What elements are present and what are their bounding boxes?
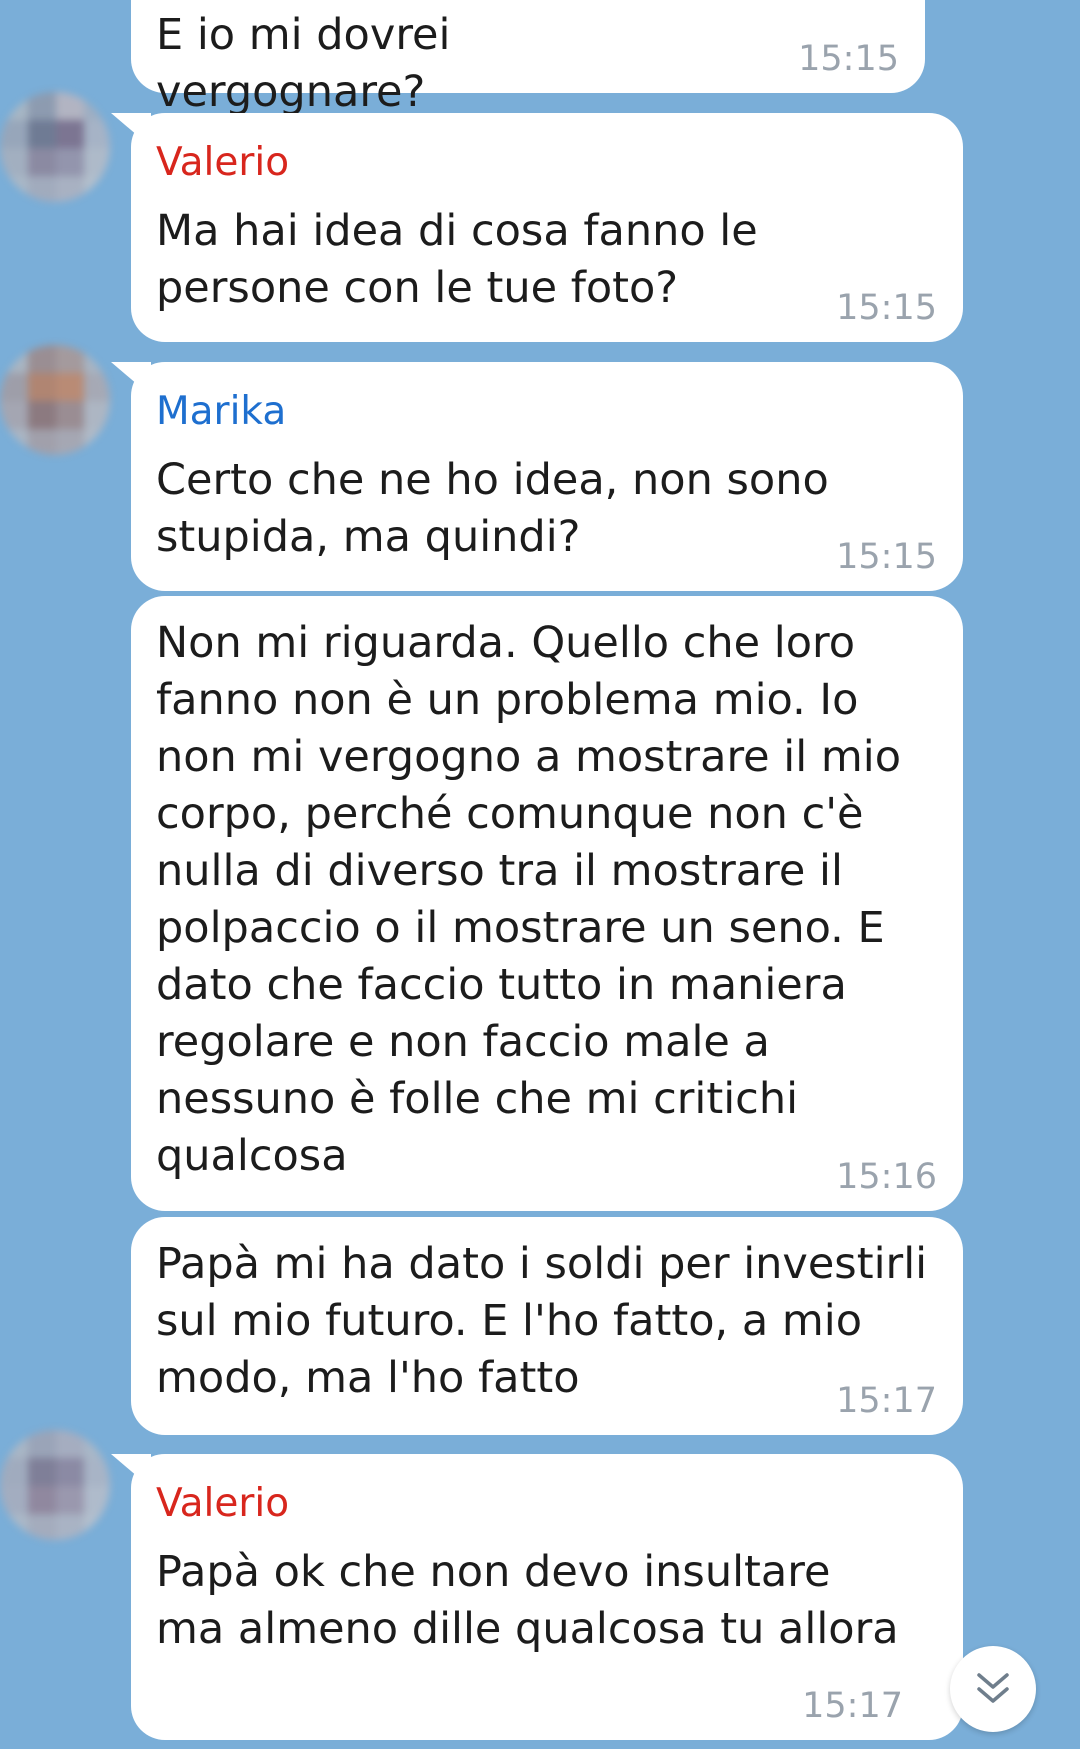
sender-name: Valerio (156, 1481, 290, 1526)
avatar-icon[interactable] (0, 92, 110, 202)
bubble-tail (111, 362, 151, 396)
message-time: 15:15 (836, 288, 937, 328)
message-bubble[interactable]: Valerio Papà ok che non devo insultare m… (111, 1454, 963, 1740)
message-bubble[interactable]: Non mi riguarda. Quello che loro fanno n… (131, 596, 963, 1211)
bubble-tail (111, 1454, 151, 1488)
avatar-icon[interactable] (0, 345, 110, 455)
scroll-to-bottom-button[interactable] (950, 1646, 1036, 1732)
message-text: Papà mi ha dato i soldi per investirli s… (156, 1239, 928, 1403)
double-chevron-down-icon (977, 1673, 1009, 1703)
message-time: 15:15 (836, 537, 937, 577)
message-bubble[interactable]: Papà mi ha dato i soldi per investirli s… (131, 1217, 963, 1435)
message-bubble[interactable]: E io mi dovrei vergognare? 15:15 (131, 0, 925, 117)
message-text: Non mi riguarda. Quello che loro fanno n… (156, 618, 902, 1181)
message-time: 15:15 (798, 39, 899, 79)
message-bubble[interactable]: Valerio Ma hai idea di cosa fanno le per… (111, 113, 963, 342)
avatar-icon[interactable] (0, 1430, 110, 1540)
message-text: E io mi dovrei vergognare? (156, 10, 451, 117)
message-text: Certo che ne ho idea, non sono stupida, … (156, 455, 829, 562)
message-time: 15:16 (836, 1157, 937, 1197)
bubble-tail (111, 113, 151, 147)
message-text: Ma hai idea di cosa fanno le persone con… (156, 206, 758, 313)
message-bubble[interactable]: Marika Certo che ne ho idea, non sono st… (111, 362, 963, 591)
sender-name: Valerio (156, 140, 290, 185)
message-time: 15:17 (802, 1686, 903, 1726)
message-text: Papà ok che non devo insultare ma almeno… (156, 1547, 899, 1654)
sender-name: Marika (156, 389, 287, 434)
message-time: 15:17 (836, 1381, 937, 1421)
